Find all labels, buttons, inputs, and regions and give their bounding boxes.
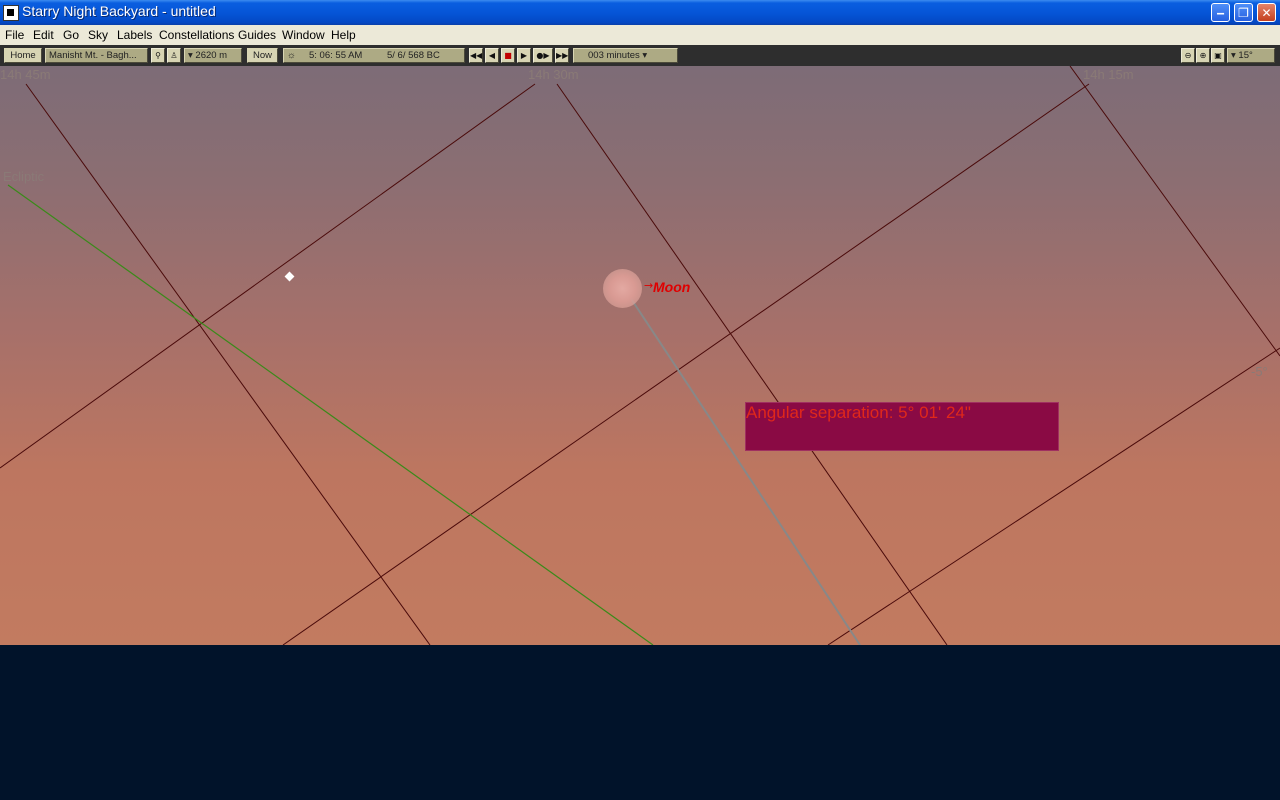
home-button[interactable]: Home: [4, 48, 42, 63]
menu-constellations[interactable]: Constellations: [159, 28, 234, 42]
moon-label[interactable]: Moon: [653, 279, 690, 295]
sun-time-icon: ☼: [287, 50, 296, 61]
elevation-text: ▾ 2620 m: [188, 50, 228, 61]
step-back-icon[interactable]: ◀: [485, 48, 499, 63]
zoom-in-icon[interactable]: ⊕: [1196, 48, 1210, 63]
dec-line: [0, 83, 536, 469]
fov-text: ▾ 15°: [1231, 50, 1253, 61]
horizon-ground: [0, 645, 1280, 800]
ra-label: 14h 15m: [1083, 67, 1134, 82]
ecliptic-label: Ecliptic: [3, 169, 45, 184]
now-button[interactable]: Now: [247, 48, 278, 63]
toolbar: Home Manisht Mt. - Bagh... ⚲ ♙ ▾ 2620 m …: [0, 45, 1280, 66]
angular-separation-box: Angular separation: 5° 01' 24": [745, 402, 1059, 451]
step-back-fast-icon[interactable]: ◀◀: [469, 48, 483, 63]
location-field[interactable]: Manisht Mt. - Bagh...: [45, 48, 148, 63]
ra-line: [25, 83, 431, 645]
field-of-view-select[interactable]: ▾ 15°: [1227, 48, 1275, 63]
now-label: Now: [252, 50, 272, 61]
ra-label: 14h 45m: [0, 67, 51, 82]
restore-button[interactable]: ❐: [1234, 3, 1253, 22]
moon-pointer-icon: →: [644, 279, 654, 292]
menu-guides[interactable]: Guides: [238, 28, 276, 42]
sky-view[interactable]: 14h 45m 14h 30m 14h 15m Ecliptic -5° → M…: [0, 66, 1280, 645]
step-forward-fast-icon[interactable]: ▶▶: [555, 48, 569, 63]
moon[interactable]: [603, 269, 642, 308]
location-text: Manisht Mt. - Bagh...: [49, 50, 137, 61]
telescope-icon[interactable]: ⚲: [151, 48, 165, 63]
sky-grid: [0, 66, 1280, 645]
menu-edit[interactable]: Edit: [33, 28, 54, 42]
home-label: Home: [10, 50, 36, 61]
date-text: 5/ 6/ 568 BC: [387, 50, 440, 61]
dec-line: [282, 83, 1090, 645]
measure-line: [623, 287, 861, 645]
menu-bar: File Edit Go Sky Labels Constellations G…: [0, 25, 1280, 45]
ra-label: 14h 30m: [528, 67, 579, 82]
menu-window[interactable]: Window: [282, 28, 325, 42]
window-title: Starry Night Backyard - untitled: [22, 3, 216, 19]
menu-file[interactable]: File: [5, 28, 24, 42]
observer-icon[interactable]: ♙: [167, 48, 181, 63]
time-step-text: 003 minutes ▾: [588, 50, 648, 61]
time-step-select[interactable]: 003 minutes ▾: [573, 48, 678, 63]
elevation-field[interactable]: ▾ 2620 m: [184, 48, 242, 63]
stop-icon[interactable]: ■: [501, 48, 515, 63]
zoom-out-icon[interactable]: ⊖: [1181, 48, 1195, 63]
zoom-box-icon[interactable]: ▣: [1211, 48, 1225, 63]
menu-help[interactable]: Help: [331, 28, 356, 42]
datetime-field[interactable]: ☼ 5: 06: 55 AM 5/ 6/ 568 BC: [283, 48, 465, 63]
play-realtime-icon[interactable]: ●▶: [533, 48, 553, 63]
close-button[interactable]: ✕: [1257, 3, 1276, 22]
angular-separation-text: Angular separation: 5° 01' 24": [746, 403, 971, 422]
dec-line: [827, 347, 1280, 645]
ecliptic-line: [7, 184, 654, 645]
menu-go[interactable]: Go: [63, 28, 79, 42]
play-icon[interactable]: ▶: [517, 48, 531, 63]
ra-line: [556, 83, 948, 645]
menu-labels[interactable]: Labels: [117, 28, 152, 42]
time-text: 5: 06: 55 AM: [309, 50, 363, 61]
ra-line: [1069, 66, 1280, 357]
dec-label: -5°: [1251, 364, 1268, 379]
app-icon[interactable]: [3, 5, 19, 21]
menu-sky[interactable]: Sky: [88, 28, 108, 42]
minimize-button[interactable]: ‒: [1211, 3, 1230, 22]
title-bar: Starry Night Backyard - untitled ‒ ❐ ✕: [0, 0, 1280, 25]
